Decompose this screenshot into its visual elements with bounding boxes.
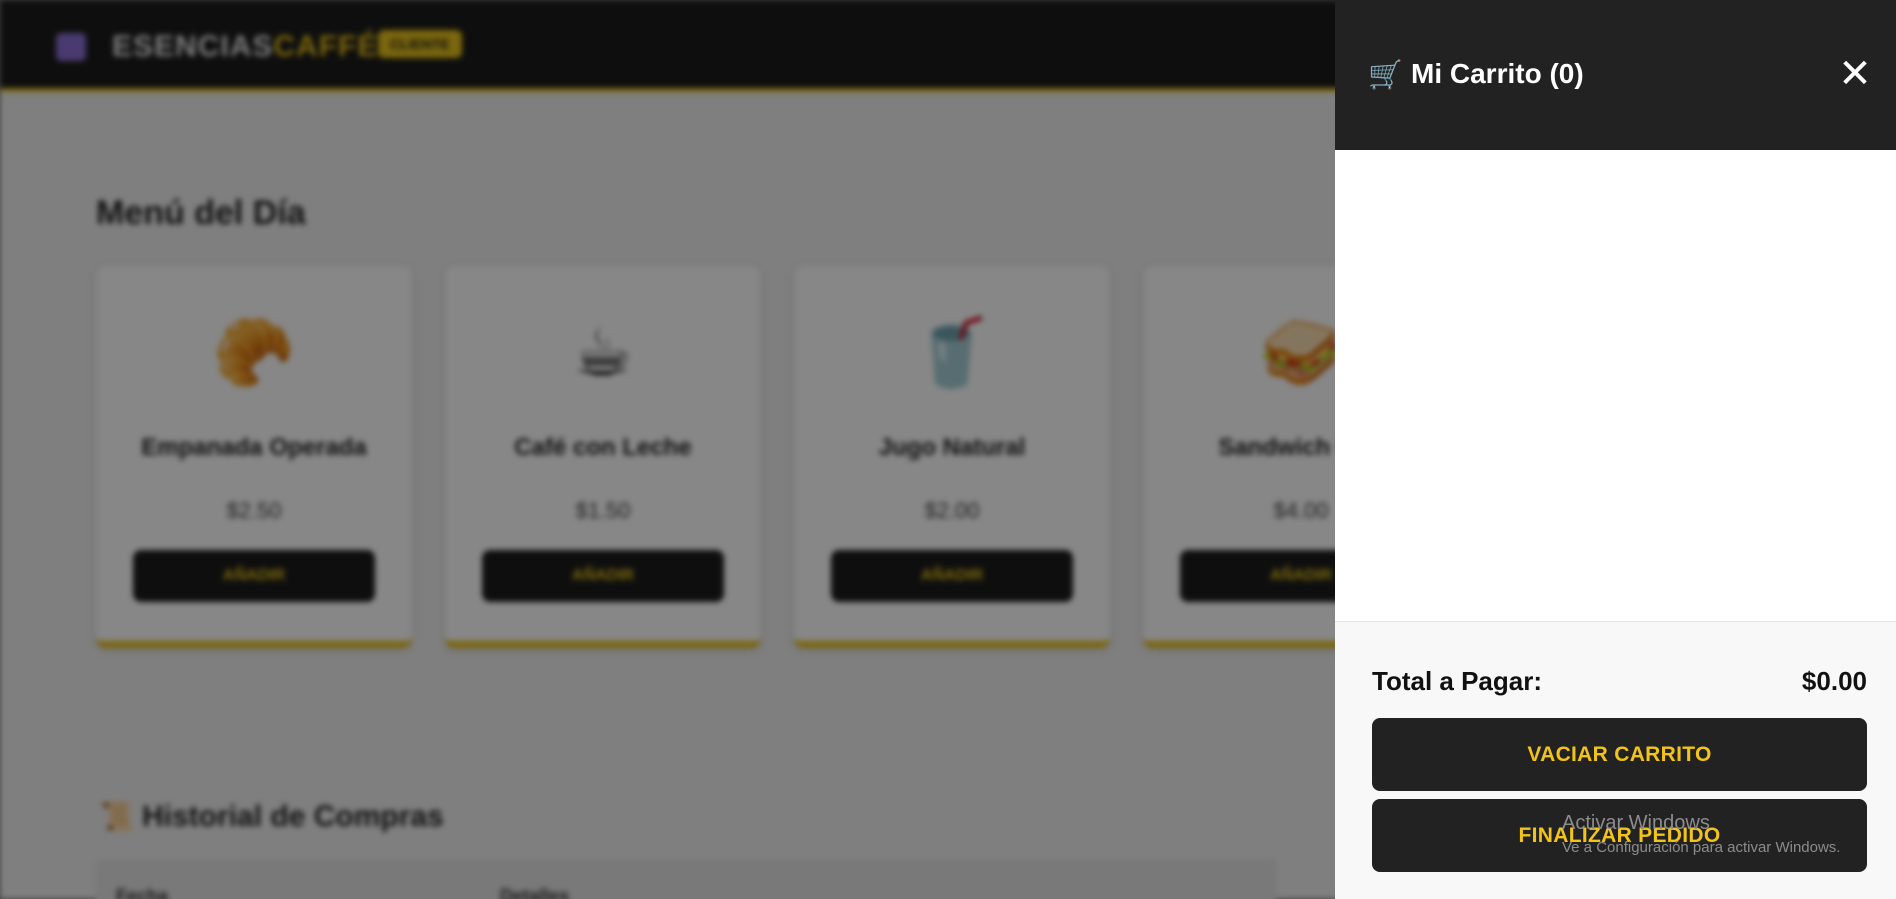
close-cart-button[interactable]: ✕ xyxy=(1835,50,1875,98)
finish-order-button[interactable]: FINALIZAR PEDIDO xyxy=(1372,799,1867,872)
windows-activation-subtitle: Ve a Configuración para activar Windows. xyxy=(1562,839,1841,856)
total-value: $0.00 xyxy=(1801,666,1867,696)
cart-title: Mi Carrito (0) xyxy=(1411,58,1584,89)
cart-header: 🛒 Mi Carrito (0) ✕ xyxy=(1335,0,1896,150)
total-label: Total a Pagar: xyxy=(1372,666,1543,696)
cart-icon: 🛒 xyxy=(1368,59,1403,90)
cart-items-list xyxy=(1335,150,1896,621)
cart-footer: Total a Pagar: $0.00 VACIAR CARRITO FINA… xyxy=(1335,621,1896,899)
windows-activation-title: Activar Windows xyxy=(1562,812,1710,834)
empty-cart-button[interactable]: VACIAR CARRITO xyxy=(1372,718,1867,791)
cart-drawer: 🛒 Mi Carrito (0) ✕ Total a Pagar: $0.00 … xyxy=(1335,0,1896,899)
